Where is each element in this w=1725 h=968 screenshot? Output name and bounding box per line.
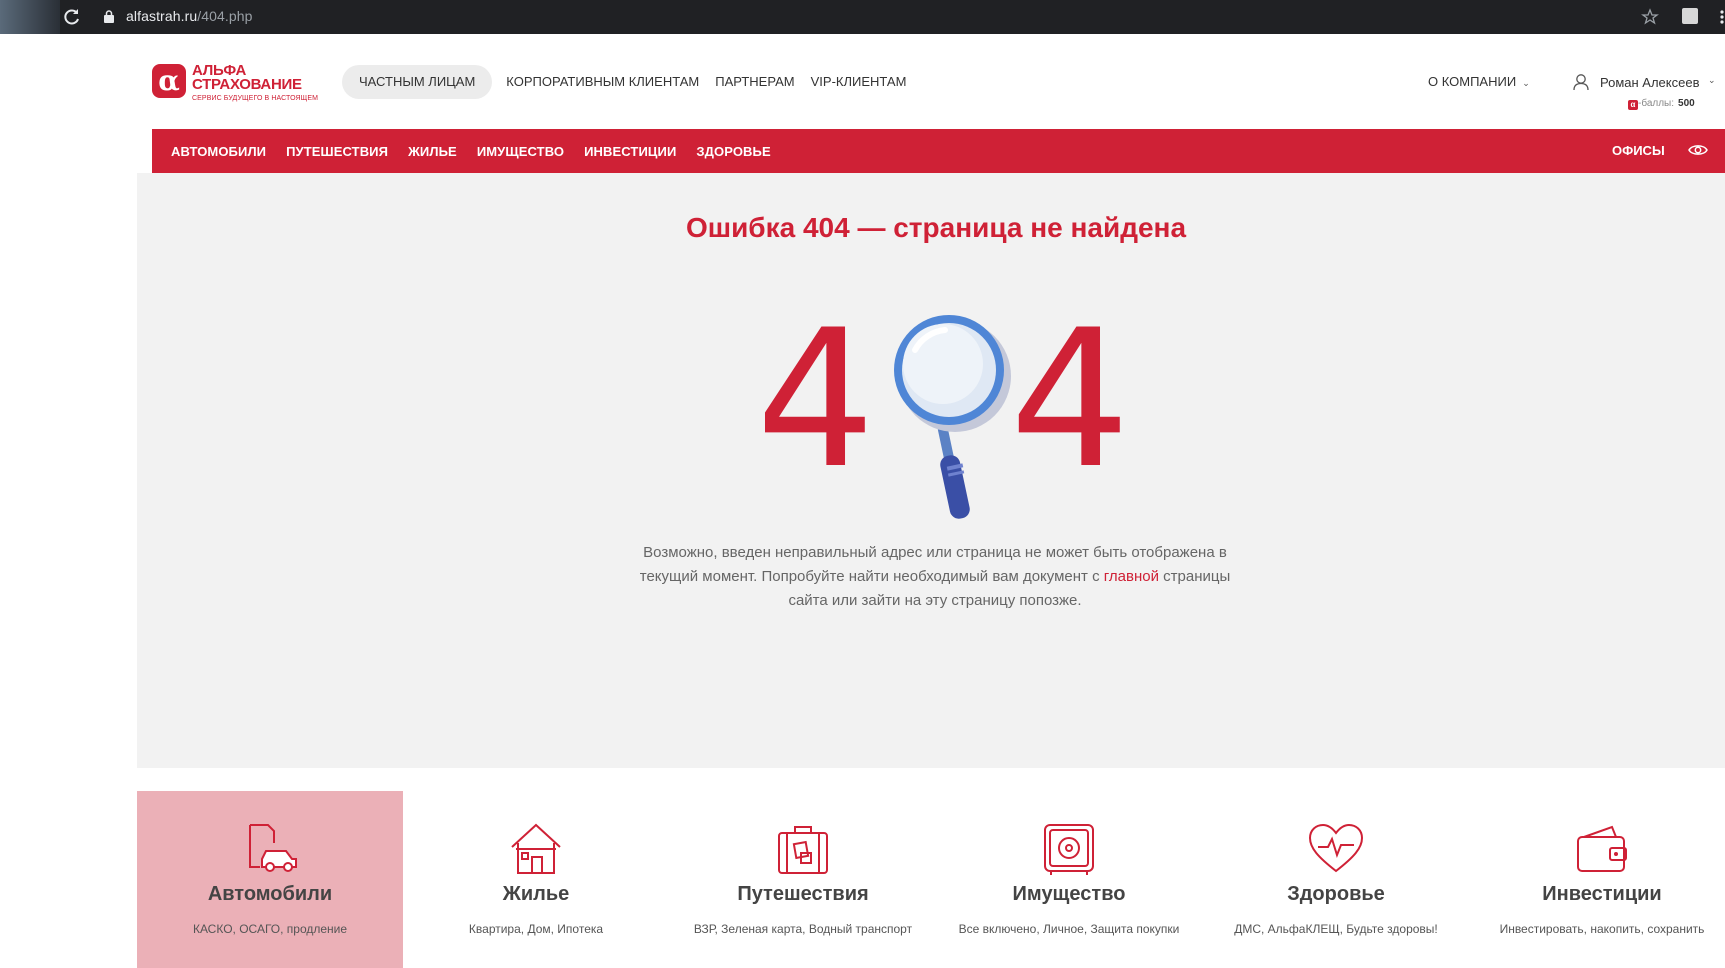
offices-link[interactable]: ОФИСЫ	[1612, 143, 1665, 158]
card-subtitle: Инвестировать, накопить, сохранить	[1499, 922, 1705, 936]
user-icon[interactable]	[1573, 73, 1589, 91]
card-subtitle: КАСКО, ОСАГО, продление	[192, 922, 348, 936]
reload-icon[interactable]	[62, 7, 82, 27]
category-health[interactable]: ЗДОРОВЬЕ	[696, 144, 770, 159]
nav-private-persons[interactable]: ЧАСТНЫМ ЛИЦАМ	[342, 65, 493, 99]
address-bar[interactable]: alfastrah.ru/404.php	[126, 8, 253, 24]
category-cars[interactable]: АВТОМОБИЛИ	[171, 144, 266, 159]
card-subtitle: ДМС, АльфаКЛЕЩ, Будьте здоровы!	[1234, 922, 1438, 936]
about-company-dropdown[interactable]: О КОМПАНИИ ⌄	[1428, 74, 1530, 89]
card-cars[interactable]: Автомобили КАСКО, ОСАГО, продление	[137, 791, 403, 968]
points-balance: α -баллы: 500	[1628, 98, 1695, 110]
nav-partners[interactable]: ПАРТНЕРАМ	[707, 65, 802, 99]
chevron-down-icon: ⌄	[1522, 78, 1530, 88]
bookmark-star-icon[interactable]	[1640, 7, 1660, 27]
card-property[interactable]: Имущество Все включено, Личное, Защита п…	[936, 791, 1202, 968]
logo-line2: СТРАХОВАНИЕ	[192, 76, 302, 93]
safe-icon	[1044, 824, 1094, 875]
points-label: -баллы:	[1638, 98, 1675, 109]
category-investments[interactable]: ИНВЕСТИЦИИ	[584, 144, 676, 159]
nav-vip-clients[interactable]: VIP-КЛИЕНТАМ	[803, 65, 915, 99]
category-property[interactable]: ИМУЩЕСТВО	[477, 144, 564, 159]
category-nav-bar: АВТОМОБИЛИ ПУТЕШЕСТВИЯ ЖИЛЬЕ ИМУЩЕСТВО И…	[152, 129, 1725, 173]
product-cards: Автомобили КАСКО, ОСАГО, продление Жилье…	[137, 791, 1725, 968]
magnifier-icon	[894, 315, 1011, 519]
browser-menu-icon[interactable]	[1712, 8, 1725, 26]
card-title: Путешествия	[737, 883, 869, 905]
user-name[interactable]: Роман Алексеев	[1600, 75, 1699, 90]
category-travel[interactable]: ПУТЕШЕСТВИЯ	[286, 144, 388, 159]
card-title: Инвестиции	[1542, 883, 1662, 905]
card-health[interactable]: Здоровье ДМС, АльфаКЛЕЩ, Будьте здоровы!	[1203, 791, 1469, 968]
card-title: Автомобили	[207, 883, 333, 905]
alfa-points-icon: α	[1628, 100, 1638, 110]
url-host: alfastrah.ru	[126, 8, 198, 24]
about-company-label: О КОМПАНИИ	[1428, 74, 1517, 89]
wallet-icon	[1577, 825, 1627, 872]
error-description: Возможно, введен неправильный адрес или …	[625, 541, 1245, 613]
category-list: АВТОМОБИЛИ ПУТЕШЕСТВИЯ ЖИЛЬЕ ИМУЩЕСТВО И…	[171, 129, 791, 173]
logo-tagline: СЕРВИС БУДУЩЕГО В НАСТОЯЩЕМ	[192, 95, 319, 102]
card-investments[interactable]: Инвестиции Инвестировать, накопить, сохр…	[1469, 791, 1725, 968]
404-illustration: 4 4	[765, 300, 1131, 519]
page: α АЛЬФА СТРАХОВАНИЕ СЕРВИС БУДУЩЕГО В НА…	[0, 34, 1725, 968]
card-title: Здоровье	[1287, 883, 1385, 905]
home-page-link[interactable]: главной	[1104, 568, 1159, 585]
audience-nav: ЧАСТНЫМ ЛИЦАМ КОРПОРАТИВНЫМ КЛИЕНТАМ ПАР…	[342, 65, 914, 99]
points-value: 500	[1678, 98, 1695, 109]
house-icon	[511, 823, 561, 874]
card-travel[interactable]: Путешествия ВЗР, Зеленая карта, Водный т…	[670, 791, 936, 968]
category-housing[interactable]: ЖИЛЬЕ	[408, 144, 457, 159]
error-content: Ошибка 404 — страница не найдена 4 4 Воз…	[137, 173, 1725, 768]
url-path: /404.php	[197, 8, 253, 24]
lock-icon	[104, 10, 114, 23]
car-document-icon	[249, 824, 297, 872]
left-gutter	[0, 34, 137, 968]
logo-wordmark: АЛЬФА СТРАХОВАНИЕ	[192, 63, 302, 93]
error-digit-right: 4	[1010, 300, 1131, 510]
card-title: Имущество	[1012, 883, 1126, 905]
heart-pulse-icon	[1308, 823, 1364, 873]
card-housing[interactable]: Жилье Квартира, Дом, Ипотека	[403, 791, 669, 968]
card-subtitle: Все включено, Личное, Защита покупки	[958, 922, 1180, 936]
error-digit-left: 4	[765, 300, 875, 510]
browser-toolbar: alfastrah.ru/404.php	[0, 0, 1725, 34]
back-forward-area[interactable]	[0, 0, 60, 34]
suitcase-icon	[778, 826, 828, 874]
user-chevron-down-icon[interactable]: ⌄	[1708, 75, 1716, 86]
error-title: Ошибка 404 — страница не найдена	[685, 212, 1187, 243]
nav-corporate-clients[interactable]: КОРПОРАТИВНЫМ КЛИЕНТАМ	[498, 65, 707, 99]
card-title: Жилье	[502, 883, 570, 905]
card-subtitle: ВЗР, Зеленая карта, Водный транспорт	[693, 922, 913, 936]
svg-text:α: α	[158, 64, 180, 97]
card-subtitle: Квартира, Дом, Ипотека	[468, 922, 604, 936]
extension-icon[interactable]	[1682, 8, 1698, 24]
eye-icon[interactable]	[1688, 142, 1708, 158]
